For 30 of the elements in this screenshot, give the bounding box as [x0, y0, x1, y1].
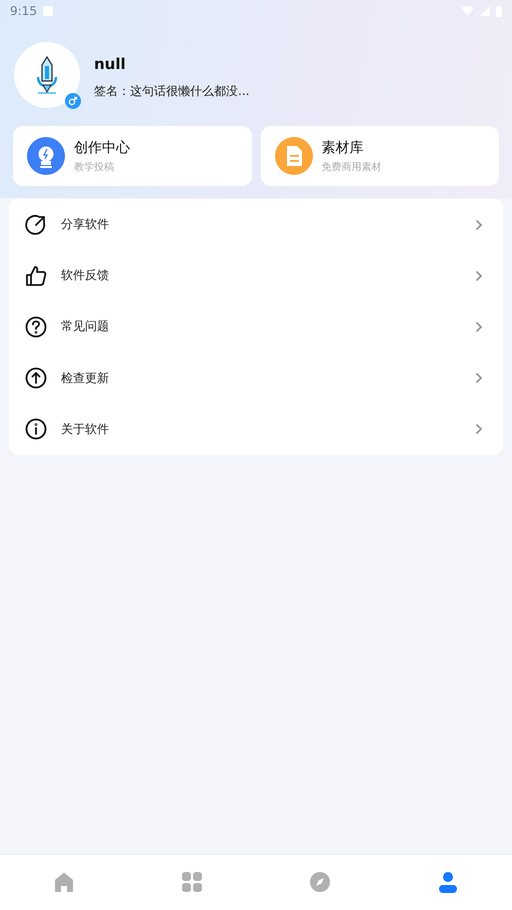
compass-icon [309, 870, 331, 892]
person-icon [437, 870, 459, 892]
pen-logo-icon [35, 55, 59, 95]
feature-card[interactable]: 创作中心 教学投稿 [13, 126, 252, 186]
male-badge-icon [65, 93, 81, 109]
chevron-right-icon [475, 270, 483, 282]
chevron-right-icon [475, 423, 483, 436]
card-title: 创作中心 [74, 138, 130, 156]
card-title: 素材库 [322, 138, 364, 156]
thumbs-up-icon [25, 264, 47, 287]
chevron-right-icon [475, 218, 483, 231]
status-time: 9:15 [10, 4, 37, 18]
chevron-right-icon [475, 372, 483, 384]
home-icon [53, 870, 75, 892]
menu-item[interactable]: 软件反馈 [25, 250, 487, 302]
menu-item[interactable]: 关于软件 [25, 404, 487, 455]
notification-icon [42, 6, 53, 16]
help-icon [25, 316, 47, 338]
card-subtitle: 免费商用素材 [322, 160, 382, 174]
user-name: null [94, 54, 127, 72]
menu-item[interactable]: 检查更新 [25, 352, 487, 404]
feature-card[interactable]: 素材库 免费商用素材 [260, 126, 499, 186]
menu-item[interactable]: 常见问题 [25, 301, 487, 353]
chevron-right-icon [475, 320, 483, 333]
share-icon [25, 214, 47, 236]
card-subtitle: 教学投稿 [74, 160, 115, 174]
grid-icon [181, 870, 203, 892]
user-signature: 签名：这句话很懒什么都没... [94, 82, 250, 100]
info-icon [25, 418, 47, 440]
menu-item[interactable]: 分享软件 [25, 199, 487, 250]
